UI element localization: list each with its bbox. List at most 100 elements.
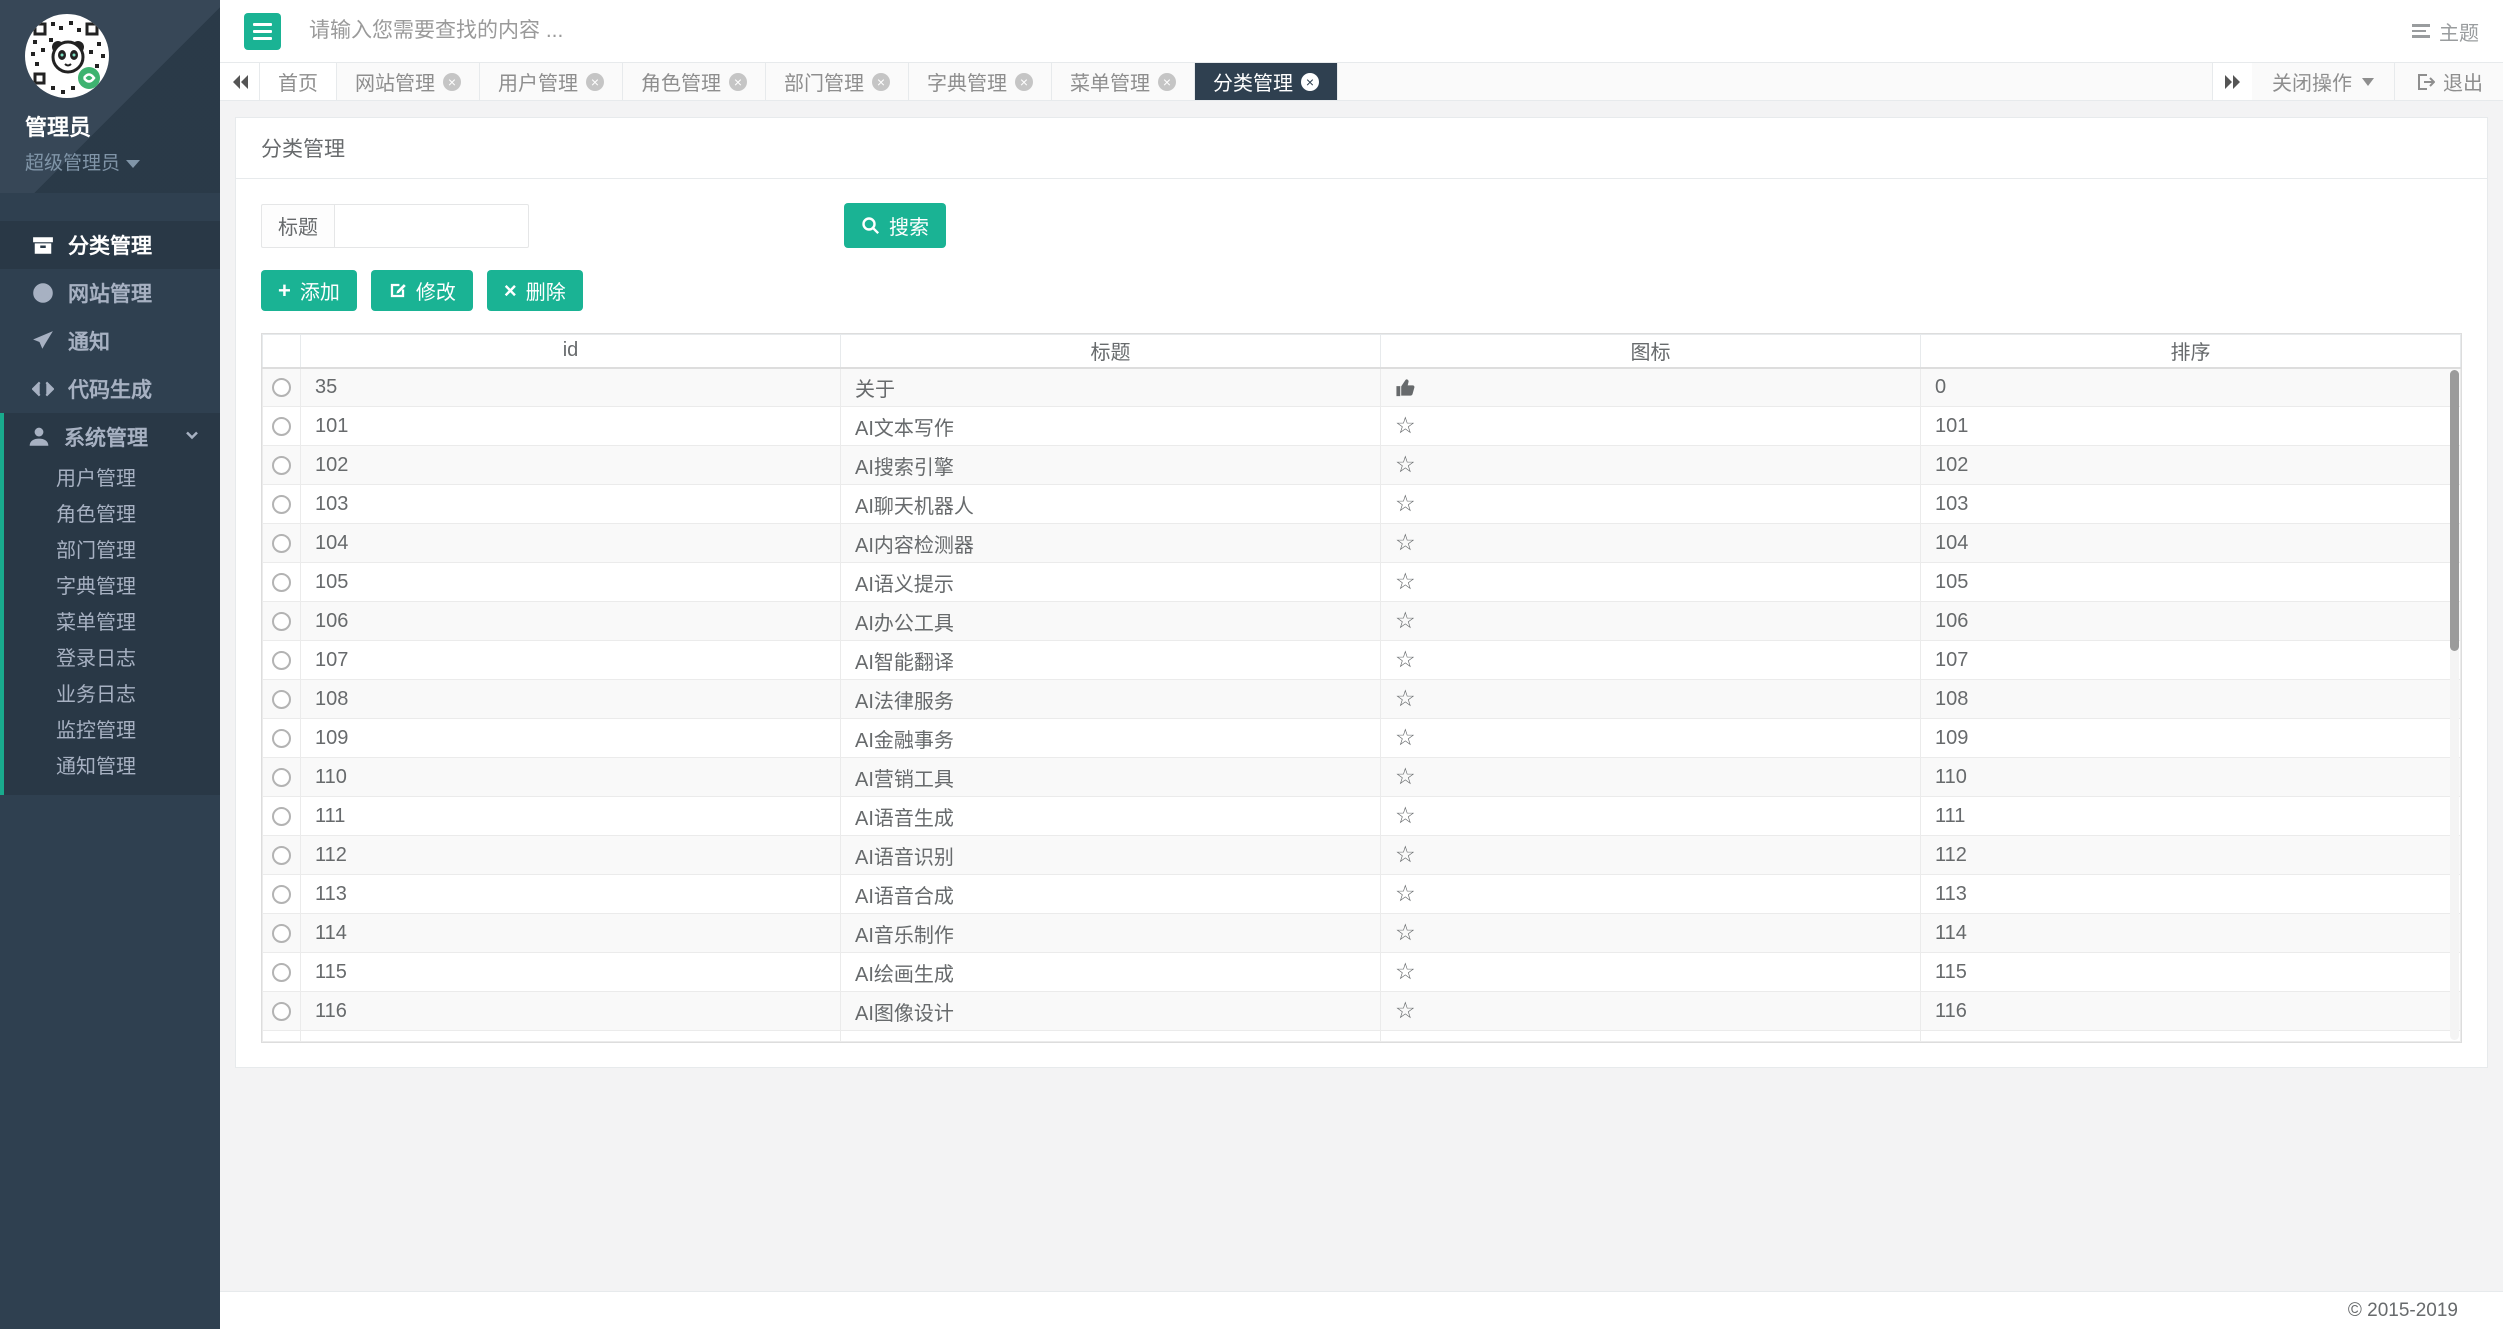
global-search-input[interactable] — [309, 19, 2412, 43]
row-select-cell — [262, 406, 301, 446]
row-radio-button[interactable] — [272, 416, 291, 436]
double-chevron-left-icon — [232, 74, 248, 89]
user-role-dropdown[interactable]: 超级管理员 — [25, 148, 220, 175]
table-row[interactable]: 105 AI语义提示 ☆ 105 — [262, 562, 2461, 602]
row-radio-button[interactable] — [272, 611, 291, 631]
row-radio-button[interactable] — [272, 533, 291, 553]
table-row[interactable]: 114 AI音乐制作 ☆ 114 — [262, 913, 2461, 953]
tab-close-icon[interactable]: × — [1158, 72, 1176, 91]
cell-icon: ☆ — [1380, 796, 1921, 836]
cell-title: AI语义提示 — [840, 562, 1381, 602]
row-radio-button[interactable] — [272, 572, 291, 592]
column-header-标题[interactable]: 标题 — [840, 334, 1381, 369]
tab-close-icon[interactable]: × — [1015, 72, 1033, 91]
column-header-id[interactable]: id — [300, 334, 841, 369]
sidebar-item-label: 系统管理 — [64, 427, 148, 450]
row-select-cell — [262, 445, 301, 485]
top-navbar: 主题 — [220, 0, 2503, 62]
row-radio-button[interactable] — [272, 845, 291, 865]
row-radio-button[interactable] — [272, 377, 291, 397]
sidebar-subitem-用户管理[interactable]: 用户管理 — [4, 461, 220, 497]
row-radio-button[interactable] — [272, 767, 291, 787]
table-row[interactable]: 107 AI智能翻译 ☆ 107 — [262, 640, 2461, 680]
cell-title: AI绘画生成 — [840, 952, 1381, 992]
search-icon — [862, 217, 880, 235]
sidebar-item-label: 分类管理 — [68, 235, 152, 258]
title-field-input[interactable] — [334, 203, 529, 248]
row-radio-button[interactable] — [272, 689, 291, 709]
table-row[interactable]: 111 AI语音生成 ☆ 111 — [262, 796, 2461, 836]
sidebar-link-代码生成[interactable]: 代码生成 — [0, 365, 220, 413]
table-row[interactable]: 112 AI语音识别 ☆ 112 — [262, 835, 2461, 875]
tab-菜单管理[interactable]: 菜单管理 × — [1052, 63, 1195, 100]
search-button[interactable]: 搜索 — [844, 203, 946, 248]
sidebar-link-系统管理[interactable]: 系统管理 — [4, 413, 220, 461]
table-scrollbar[interactable] — [2450, 370, 2459, 1040]
delete-button[interactable]: × 删除 — [486, 270, 583, 311]
search-form: 标题 搜索 — [261, 203, 2462, 248]
tab-close-icon[interactable]: × — [872, 72, 890, 91]
cell-order: 101 — [1920, 406, 2461, 446]
tab-网站管理[interactable]: 网站管理 × — [337, 63, 480, 100]
sidebar-toggle-button[interactable] — [244, 12, 281, 50]
sidebar-subitem-字典管理[interactable]: 字典管理 — [4, 569, 220, 605]
row-radio-button[interactable] — [272, 650, 291, 670]
tab-用户管理[interactable]: 用户管理 × — [480, 63, 623, 100]
row-radio-button[interactable] — [272, 728, 291, 748]
table-row[interactable]: 106 AI办公工具 ☆ 106 — [262, 601, 2461, 641]
row-radio-button[interactable] — [272, 494, 291, 514]
table-row[interactable]: 35 关于 0 — [262, 367, 2461, 407]
cell-icon — [1380, 367, 1921, 407]
table-row[interactable]: 108 AI法律服务 ☆ 108 — [262, 679, 2461, 719]
sidebar-subitem-业务日志[interactable]: 业务日志 — [4, 677, 220, 713]
table-row[interactable]: 113 AI语音合成 ☆ 113 — [262, 874, 2461, 914]
sidebar-subitem-菜单管理[interactable]: 菜单管理 — [4, 605, 220, 641]
table-row[interactable]: 109 AI金融事务 ☆ 109 — [262, 718, 2461, 758]
row-radio-button[interactable] — [272, 806, 291, 826]
sidebar-subitem-角色管理[interactable]: 角色管理 — [4, 497, 220, 533]
sidebar-item-系统管理: 系统管理用户管理 角色管理 部门管理 字典管理 菜单管理 登录日志 业务日志 监控管理 通知管理 — [0, 413, 220, 795]
table-row[interactable]: 101 AI文本写作 ☆ 101 — [262, 406, 2461, 446]
tab-字典管理[interactable]: 字典管理 × — [909, 63, 1052, 100]
table-row[interactable]: 115 AI绘画生成 ☆ 115 — [262, 952, 2461, 992]
sidebar-link-分类管理[interactable]: 分类管理 — [0, 221, 220, 269]
row-radio-button[interactable] — [272, 962, 291, 982]
sidebar-link-通知[interactable]: 通知 — [0, 317, 220, 365]
tab-部门管理[interactable]: 部门管理 × — [766, 63, 909, 100]
row-radio-button[interactable] — [272, 1001, 291, 1021]
edit-button[interactable]: 修改 — [370, 270, 473, 311]
table-scrollbar-thumb[interactable] — [2450, 370, 2459, 652]
sidebar-subitem-通知管理[interactable]: 通知管理 — [4, 749, 220, 785]
close-operations-dropdown[interactable]: 关闭操作 — [2252, 63, 2395, 100]
tab-close-icon[interactable]: × — [443, 72, 461, 91]
add-button[interactable]: + 添加 — [261, 270, 357, 311]
logout-button[interactable]: 退出 — [2395, 63, 2503, 100]
sidebar-subitem-监控管理[interactable]: 监控管理 — [4, 713, 220, 749]
table-row[interactable]: 110 AI营销工具 ☆ 110 — [262, 757, 2461, 797]
table-row[interactable]: 116 AI图像设计 ☆ 116 — [262, 991, 2461, 1031]
row-radio-button[interactable] — [272, 455, 291, 475]
tab-label: 用户管理 — [498, 73, 578, 95]
tab-角色管理[interactable]: 角色管理 × — [623, 63, 766, 100]
tab-分类管理[interactable]: 分类管理 × — [1195, 63, 1338, 100]
tab-close-icon[interactable]: × — [586, 72, 604, 91]
tab-close-icon[interactable]: × — [729, 72, 747, 91]
tab-首页[interactable]: 首页 — [260, 63, 337, 100]
tabs-scroll-left-button[interactable] — [220, 63, 260, 100]
tabs-scroll-right-button[interactable] — [2212, 63, 2252, 100]
table-row[interactable]: 103 AI聊天机器人 ☆ 103 — [262, 484, 2461, 524]
column-header-图标[interactable]: 图标 — [1380, 334, 1921, 369]
tab-close-icon[interactable]: × — [1301, 72, 1319, 91]
row-radio-button[interactable] — [272, 884, 291, 904]
cell-title: AI聊天机器人 — [840, 484, 1381, 524]
table-row[interactable]: 102 AI搜索引擎 ☆ 102 — [262, 445, 2461, 485]
cell-title: AI语音生成 — [840, 796, 1381, 836]
table-row[interactable]: 104 AI内容检测器 ☆ 104 — [262, 523, 2461, 563]
sidebar-subitem-登录日志[interactable]: 登录日志 — [4, 641, 220, 677]
user-avatar[interactable] — [25, 14, 109, 98]
theme-switcher[interactable]: 主题 — [2412, 17, 2479, 46]
sidebar-link-网站管理[interactable]: 网站管理 — [0, 269, 220, 317]
row-radio-button[interactable] — [272, 923, 291, 943]
sidebar-subitem-部门管理[interactable]: 部门管理 — [4, 533, 220, 569]
column-header-排序[interactable]: 排序 — [1920, 334, 2461, 369]
